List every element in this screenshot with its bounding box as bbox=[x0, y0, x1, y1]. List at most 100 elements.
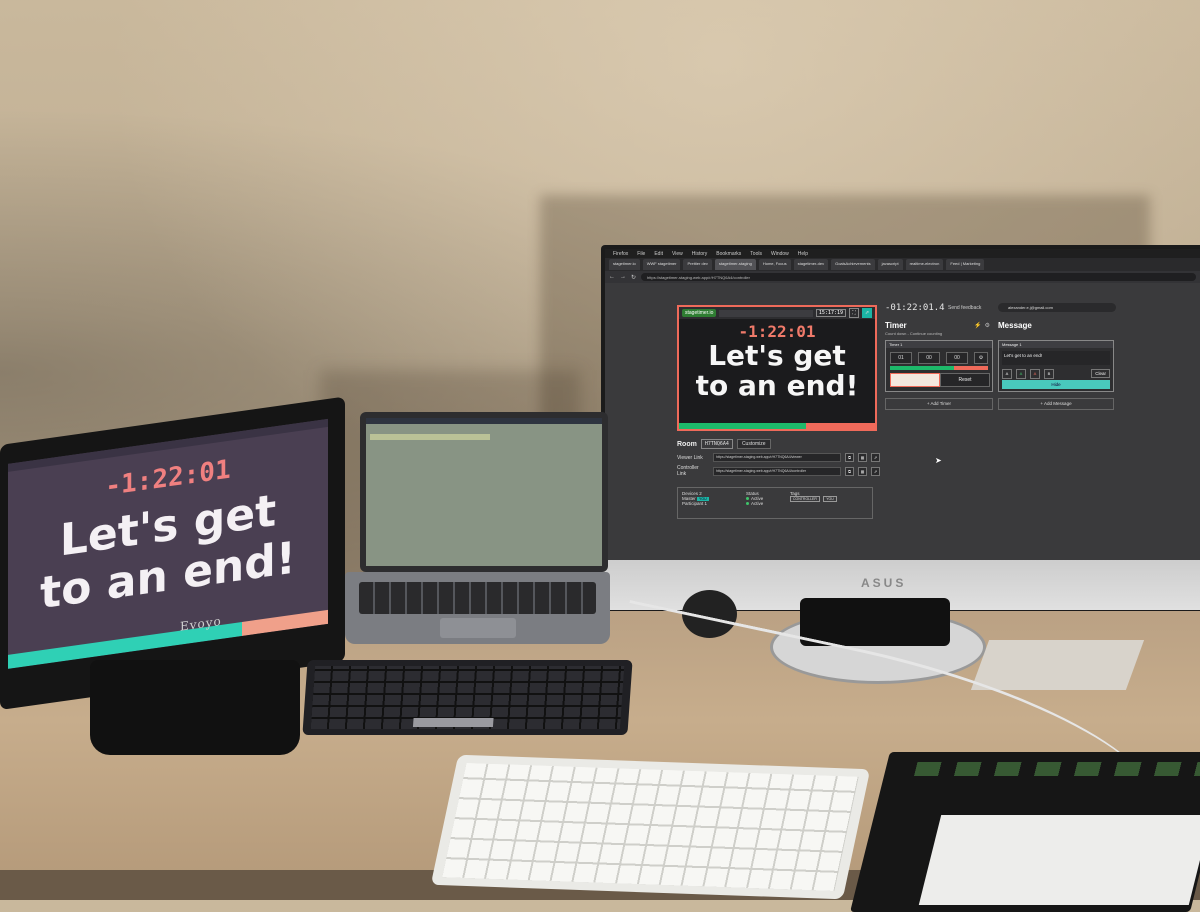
browser-tab[interactable]: javascript bbox=[877, 259, 903, 270]
controller-link-row: Controller Link https://stagetimer-stagi… bbox=[677, 465, 880, 477]
fullscreen-icon[interactable]: ⛶ bbox=[849, 308, 859, 318]
black-keyboard-spacebar bbox=[412, 718, 494, 727]
menubar-item[interactable]: Edit bbox=[654, 251, 663, 257]
tags-row: CONTROLLER YOU bbox=[790, 496, 839, 502]
mac-menubar: Firefox File Edit View History Bookmarks… bbox=[605, 249, 1200, 258]
menubar-item[interactable]: Help bbox=[798, 251, 808, 257]
copy-icon[interactable]: ⧉ bbox=[845, 466, 854, 476]
status-item: Active bbox=[746, 501, 763, 506]
customize-button[interactable]: Customize bbox=[736, 439, 771, 449]
browser-tab[interactable]: realtime-electron bbox=[905, 259, 944, 270]
timer-card-title[interactable]: Timer 1 bbox=[886, 341, 992, 348]
color-red-icon[interactable]: A bbox=[1030, 369, 1040, 379]
send-feedback-link[interactable]: Send feedback bbox=[948, 305, 981, 311]
stagetimer-app: stagetimer.io 15:17:19 ⛶ ⇗ -1:22:01 Let'… bbox=[605, 281, 1200, 561]
forward-icon[interactable]: → bbox=[620, 274, 626, 280]
menubar-item[interactable]: Bookmarks bbox=[716, 251, 741, 257]
mouse-cursor-icon: ➤ bbox=[935, 456, 942, 465]
message-text-field[interactable]: Let's get to an end! bbox=[1002, 351, 1110, 365]
menubar-item[interactable]: File bbox=[637, 251, 645, 257]
black-keyboard bbox=[302, 660, 633, 735]
timer-progress-bar bbox=[890, 366, 988, 370]
bold-icon[interactable]: B bbox=[1044, 369, 1054, 379]
power-adapter bbox=[800, 598, 950, 646]
qr-icon[interactable]: ▦ bbox=[858, 466, 867, 476]
laptop-lid bbox=[360, 412, 608, 572]
menubar-item[interactable]: Firefox bbox=[613, 251, 628, 257]
tag-pill: CONTROLLER bbox=[790, 496, 820, 502]
devices-table: Devices 2 Master YOU Participant 1 Statu… bbox=[677, 487, 873, 519]
paper-sheet bbox=[970, 640, 1145, 690]
seconds-field[interactable]: 00 bbox=[946, 352, 968, 364]
devices-col-status: Status Active Active bbox=[746, 491, 763, 506]
timer-panel-subtitle: Count down - Continue counting bbox=[885, 331, 943, 336]
timer-progress-elapsed bbox=[890, 366, 954, 370]
menubar-item[interactable]: History bbox=[692, 251, 708, 257]
status-text: Active bbox=[751, 501, 764, 506]
reset-button[interactable]: Reset bbox=[940, 373, 990, 387]
hours-field[interactable]: 01 bbox=[890, 352, 912, 364]
active-dot-icon bbox=[746, 502, 749, 505]
time-fields: 01 00 00 ⚙ bbox=[890, 352, 988, 364]
menubar-item[interactable]: View bbox=[672, 251, 683, 257]
timer-settings-icon[interactable]: ⚙ bbox=[974, 352, 988, 364]
timer-panel: Timer ⚡⚙ Count down - Continue counting … bbox=[885, 321, 993, 410]
devices-col-name: Devices 2 Master YOU Participant 1 bbox=[682, 491, 709, 506]
message-card-title[interactable]: Message 1 bbox=[999, 341, 1113, 348]
browser-tab[interactable]: WWF stagetimer bbox=[642, 259, 681, 270]
portable-monitor-screen: -1:22:01 Let's get to an end! bbox=[8, 418, 328, 669]
browser-tab[interactable]: GoalsAchievements bbox=[831, 259, 875, 270]
start-button[interactable] bbox=[890, 373, 940, 387]
preview-message-line1: Let's get bbox=[708, 339, 846, 372]
controller-link-field[interactable]: https://stagetimer-staging.web.app/r/H7T… bbox=[713, 466, 841, 476]
timer-settings-icons[interactable]: ⚡⚙ bbox=[974, 322, 993, 329]
copy-icon[interactable]: ⧉ bbox=[845, 453, 854, 462]
main-monitor: Firefox File Edit View History Bookmarks… bbox=[601, 245, 1200, 611]
browser-tab[interactable]: Prettier dev bbox=[683, 259, 712, 270]
laptop-screen bbox=[366, 418, 602, 566]
laptop-keyboard bbox=[359, 582, 596, 614]
open-link-icon[interactable]: ⇗ bbox=[871, 453, 880, 462]
stagetimer-logo: stagetimer.io bbox=[682, 309, 717, 317]
add-message-button[interactable]: + Add Message bbox=[998, 398, 1114, 410]
qr-icon[interactable]: ▦ bbox=[858, 453, 867, 462]
room-id: H7TNQ6A4 bbox=[700, 439, 733, 449]
menubar-item[interactable]: Window bbox=[771, 251, 789, 257]
browser-tab[interactable]: Feed | Marketing bbox=[946, 259, 985, 270]
browser-tab[interactable]: stagetimer-dev bbox=[793, 259, 829, 270]
menubar-item[interactable]: Tools bbox=[750, 251, 762, 257]
clear-button[interactable]: Clear bbox=[1091, 369, 1110, 378]
back-icon[interactable]: ← bbox=[609, 274, 615, 280]
add-timer-button[interactable]: + Add Timer bbox=[885, 398, 993, 410]
timer-preview: stagetimer.io 15:17:19 ⛶ ⇗ -1:22:01 Let'… bbox=[677, 305, 877, 431]
open-link-icon[interactable]: ⇗ bbox=[871, 466, 880, 476]
address-field[interactable]: https://stagetimer-staging.web.app/r/H7T… bbox=[641, 273, 1196, 281]
preview-progress-bar bbox=[679, 423, 875, 429]
minutes-field[interactable]: 00 bbox=[918, 352, 940, 364]
preview-progress-elapsed bbox=[679, 423, 807, 429]
preview-header: stagetimer.io 15:17:19 ⛶ ⇗ bbox=[679, 307, 875, 319]
open-viewer-icon[interactable]: ⇗ bbox=[862, 308, 872, 318]
monitor-brand-logo: ASUS bbox=[861, 576, 907, 590]
preview-message-line2: to an end! bbox=[695, 369, 859, 402]
white-keyboard-keys bbox=[442, 763, 859, 891]
mat-markings bbox=[913, 762, 1200, 776]
browser-tab[interactable]: Home, Focus bbox=[758, 259, 791, 270]
hide-button[interactable]: Hide bbox=[1002, 380, 1110, 389]
reload-icon[interactable]: ↻ bbox=[631, 274, 636, 281]
laptop-menubar bbox=[366, 418, 602, 424]
message-panel-title: Message bbox=[998, 321, 1032, 330]
terminal-line bbox=[370, 434, 490, 440]
preview-clock: 15:17:19 bbox=[815, 309, 846, 317]
browser-tab[interactable]: stagetimer.io bbox=[609, 259, 640, 270]
room-row: Room H7TNQ6A4 Customize bbox=[677, 439, 771, 449]
timer-progress-remaining bbox=[953, 366, 988, 370]
viewer-link-label: Viewer Link bbox=[677, 454, 703, 461]
color-green-icon[interactable]: A bbox=[1016, 369, 1026, 379]
text-format-icon[interactable]: A bbox=[1002, 369, 1012, 379]
controller-link-label: Controller Link bbox=[677, 465, 699, 477]
preview-name-field[interactable] bbox=[719, 309, 813, 317]
viewer-link-field[interactable]: https://stagetimer-staging.web.app/r/H7T… bbox=[713, 453, 841, 462]
browser-tab-active[interactable]: stagetimer-staging bbox=[714, 259, 756, 270]
account-badge[interactable]: alexander.e.j@gmail.com bbox=[998, 303, 1116, 312]
